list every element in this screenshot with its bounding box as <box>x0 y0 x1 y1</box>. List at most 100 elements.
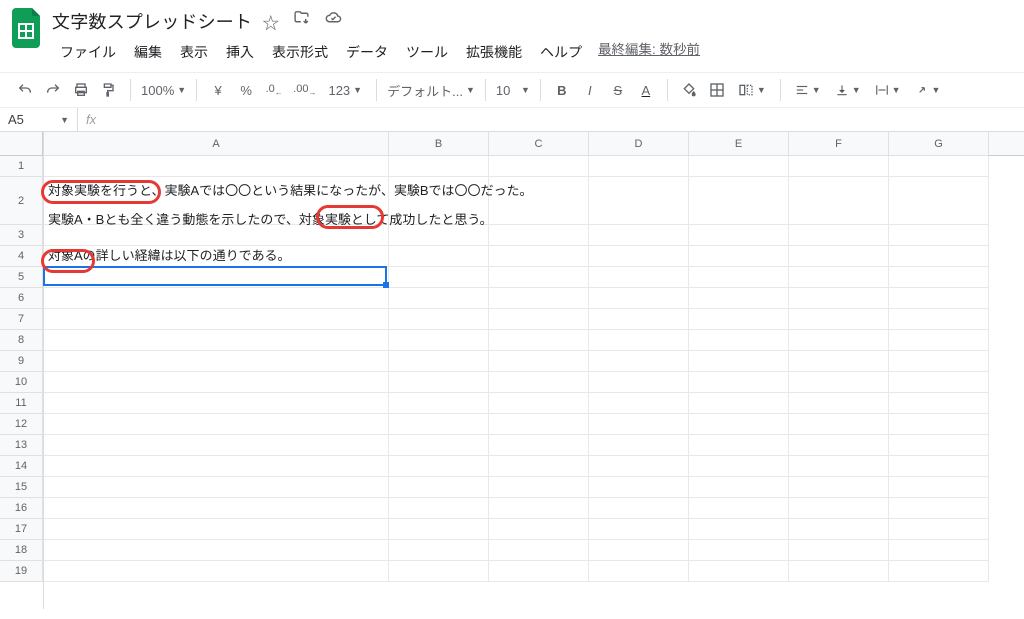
cell-C4[interactable] <box>489 246 589 267</box>
cell-C15[interactable] <box>489 477 589 498</box>
name-box[interactable]: A5▼ <box>0 108 78 131</box>
cell-F2[interactable] <box>789 177 889 225</box>
cell-E2[interactable] <box>689 177 789 225</box>
cell-G2[interactable] <box>889 177 989 225</box>
cell-C7[interactable] <box>489 309 589 330</box>
menu-tools[interactable]: ツール <box>398 38 456 66</box>
cell-C1[interactable] <box>489 156 589 177</box>
cell-E12[interactable] <box>689 414 789 435</box>
decrease-decimal-button[interactable]: .0← <box>261 77 287 103</box>
menu-extensions[interactable]: 拡張機能 <box>458 38 530 66</box>
cell-grid[interactable]: 対象実験を行うと、実験Aでは〇〇という結果になったが、実験Bでは〇〇だった。実験… <box>44 156 1024 582</box>
font-size-dropdown[interactable]: 10▼ <box>490 77 536 103</box>
cell-D18[interactable] <box>589 540 689 561</box>
cell-D10[interactable] <box>589 372 689 393</box>
cell-E16[interactable] <box>689 498 789 519</box>
cell-E13[interactable] <box>689 435 789 456</box>
cell-E18[interactable] <box>689 540 789 561</box>
zoom-dropdown[interactable]: 100%▼ <box>135 77 192 103</box>
row-header-12[interactable]: 12 <box>0 414 43 435</box>
cell-G11[interactable] <box>889 393 989 414</box>
formula-bar-input[interactable] <box>104 108 1024 131</box>
text-wrap-button[interactable]: ▼ <box>869 77 907 103</box>
cell-G18[interactable] <box>889 540 989 561</box>
star-icon[interactable]: ☆ <box>262 9 279 34</box>
cell-B15[interactable] <box>389 477 489 498</box>
cell-E15[interactable] <box>689 477 789 498</box>
row-header-15[interactable]: 15 <box>0 477 43 498</box>
cell-B19[interactable] <box>389 561 489 582</box>
last-edit-link[interactable]: 最終編集: 数秒前 <box>598 38 700 66</box>
row-header-14[interactable]: 14 <box>0 456 43 477</box>
cell-F9[interactable] <box>789 351 889 372</box>
cell-F18[interactable] <box>789 540 889 561</box>
cell-B16[interactable] <box>389 498 489 519</box>
cell-F15[interactable] <box>789 477 889 498</box>
cell-E19[interactable] <box>689 561 789 582</box>
redo-button[interactable] <box>40 77 66 103</box>
cell-B10[interactable] <box>389 372 489 393</box>
cell-C5[interactable] <box>489 267 589 288</box>
number-format-dropdown[interactable]: 123▼ <box>322 77 368 103</box>
merge-cells-button[interactable]: ▼ <box>732 77 772 103</box>
row-header-5[interactable]: 5 <box>0 267 43 288</box>
cell-A8[interactable] <box>44 330 389 351</box>
cell-A14[interactable] <box>44 456 389 477</box>
cell-E14[interactable] <box>689 456 789 477</box>
cell-D1[interactable] <box>589 156 689 177</box>
row-header-3[interactable]: 3 <box>0 225 43 246</box>
cell-A13[interactable] <box>44 435 389 456</box>
col-header-E[interactable]: E <box>689 132 789 156</box>
cell-F6[interactable] <box>789 288 889 309</box>
text-color-button[interactable]: A <box>633 77 659 103</box>
cell-C6[interactable] <box>489 288 589 309</box>
cell-B1[interactable] <box>389 156 489 177</box>
text-rotation-button[interactable]: ▼ <box>909 77 947 103</box>
row-header-11[interactable]: 11 <box>0 393 43 414</box>
cell-G12[interactable] <box>889 414 989 435</box>
cell-F3[interactable] <box>789 225 889 246</box>
menu-file[interactable]: ファイル <box>52 38 124 66</box>
cell-A1[interactable] <box>44 156 389 177</box>
col-header-C[interactable]: C <box>489 132 589 156</box>
cell-B7[interactable] <box>389 309 489 330</box>
cell-E10[interactable] <box>689 372 789 393</box>
cell-F10[interactable] <box>789 372 889 393</box>
cell-A9[interactable] <box>44 351 389 372</box>
cell-G4[interactable] <box>889 246 989 267</box>
row-header-4[interactable]: 4 <box>0 246 43 267</box>
cell-C11[interactable] <box>489 393 589 414</box>
cell-D4[interactable] <box>589 246 689 267</box>
move-icon[interactable] <box>293 9 310 34</box>
cell-D8[interactable] <box>589 330 689 351</box>
cell-D15[interactable] <box>589 477 689 498</box>
cell-G3[interactable] <box>889 225 989 246</box>
cell-D6[interactable] <box>589 288 689 309</box>
cell-F12[interactable] <box>789 414 889 435</box>
strikethrough-button[interactable]: S <box>605 77 631 103</box>
col-header-F[interactable]: F <box>789 132 889 156</box>
horizontal-align-button[interactable]: ▼ <box>789 77 827 103</box>
cell-F13[interactable] <box>789 435 889 456</box>
cell-G17[interactable] <box>889 519 989 540</box>
cell-G14[interactable] <box>889 456 989 477</box>
cloud-status-icon[interactable] <box>324 9 343 34</box>
cell-A16[interactable] <box>44 498 389 519</box>
cell-A11[interactable] <box>44 393 389 414</box>
cell-D7[interactable] <box>589 309 689 330</box>
row-header-7[interactable]: 7 <box>0 309 43 330</box>
cell-D3[interactable] <box>589 225 689 246</box>
cell-G1[interactable] <box>889 156 989 177</box>
cell-B18[interactable] <box>389 540 489 561</box>
row-header-17[interactable]: 17 <box>0 519 43 540</box>
cell-B5[interactable] <box>389 267 489 288</box>
cell-C13[interactable] <box>489 435 589 456</box>
cell-F8[interactable] <box>789 330 889 351</box>
cell-E7[interactable] <box>689 309 789 330</box>
cell-F19[interactable] <box>789 561 889 582</box>
cell-D13[interactable] <box>589 435 689 456</box>
cell-G19[interactable] <box>889 561 989 582</box>
cell-C14[interactable] <box>489 456 589 477</box>
cell-C19[interactable] <box>489 561 589 582</box>
row-header-10[interactable]: 10 <box>0 372 43 393</box>
